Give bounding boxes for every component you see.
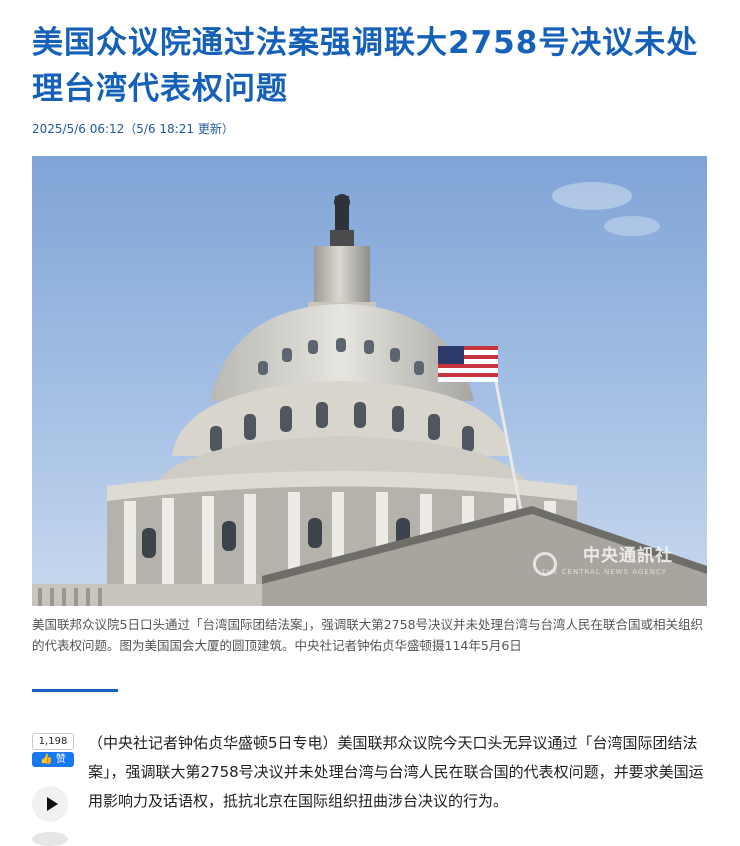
article-dateline: 2025/5/6 06:12（5/6 18:21 更新） [32,122,234,136]
photo-caption: 美国联邦众议院5日口头通过「台湾国际团结法案」，强调联大第2758号决议并未处理… [32,617,704,653]
play-icon [46,797,58,811]
like-button[interactable]: 👍 赞 [32,752,74,767]
article-lead-paragraph: （中央社记者钟佑贞华盛顿5日专电）美国联邦众议院今天口头无异议通过「台湾国际团结… [88,734,704,810]
article-photo: 中央通訊社 THE CENTRAL NEWS AGENCY [32,156,707,606]
play-audio-button[interactable] [32,786,68,822]
photo-watermark-sub: THE CENTRAL NEWS AGENCY [541,568,667,576]
article-title: 美国众议院通过法案强调联大2758号决议未处理台湾代表权问题 [32,25,699,107]
scroll-button-partial[interactable] [32,832,68,846]
like-count: 1,198 [32,733,74,750]
section-divider [32,689,118,692]
facebook-like-widget[interactable]: 1,198 👍 赞 [32,733,74,767]
like-label: 赞 [55,754,66,765]
photo-watermark: 中央通訊社 [583,546,673,566]
thumbs-up-icon: 👍 [40,754,53,765]
